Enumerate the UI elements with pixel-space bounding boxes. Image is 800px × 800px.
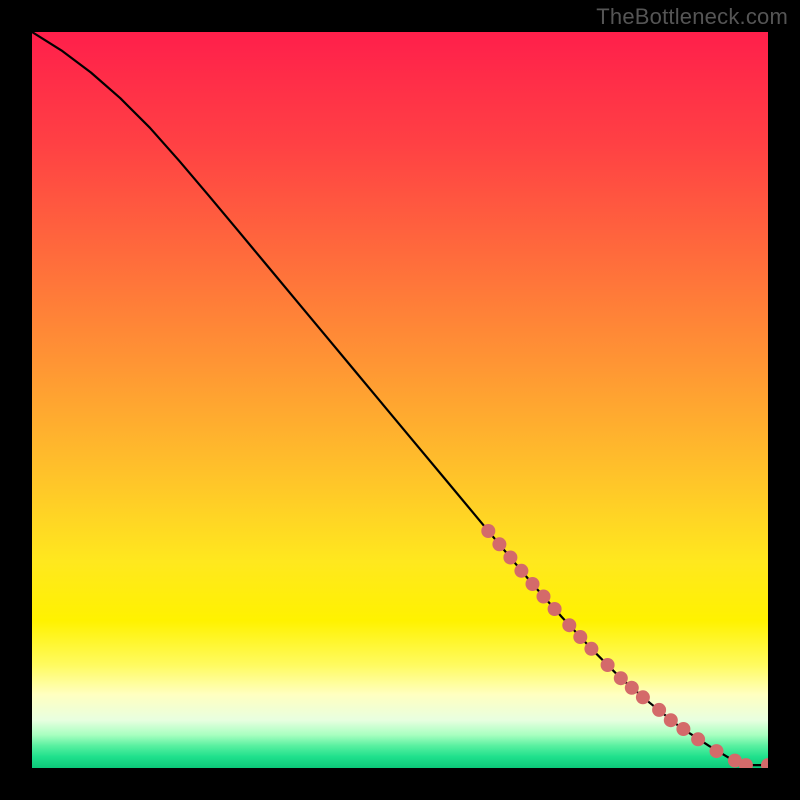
dot-layer [481,524,768,768]
data-point [503,551,517,565]
data-point [514,564,528,578]
data-point [691,732,705,746]
data-point [614,671,628,685]
data-point [492,537,506,551]
data-point [584,642,598,656]
data-point [652,703,666,717]
chart-frame: TheBottleneck.com [0,0,800,800]
watermark-text: TheBottleneck.com [596,4,788,30]
data-point [481,524,495,538]
data-point [761,758,768,768]
data-point [601,658,615,672]
data-point [676,722,690,736]
data-point [636,690,650,704]
data-point [548,602,562,616]
data-point [625,681,639,695]
data-point [710,744,724,758]
data-point [573,630,587,644]
data-point [664,713,678,727]
data-point [537,590,551,604]
data-point [562,618,576,632]
bottleneck-curve [32,32,768,765]
chart-overlay [32,32,768,768]
plot-area [32,32,768,768]
data-point [526,577,540,591]
